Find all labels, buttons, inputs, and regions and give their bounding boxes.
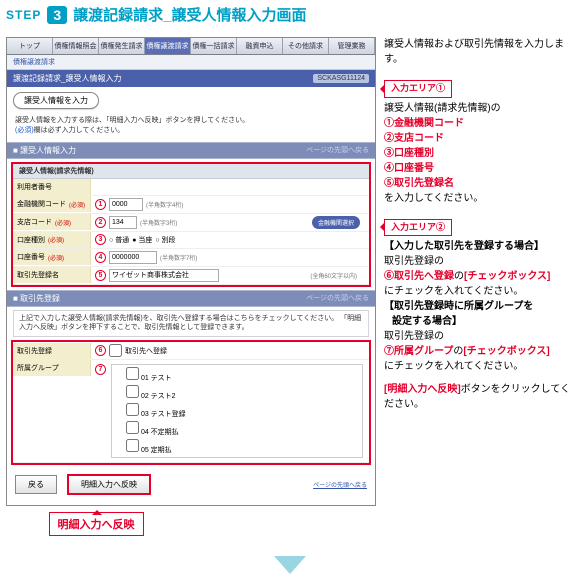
acct-type-other[interactable]: ○ 別段 (155, 235, 175, 245)
bank-code-input[interactable] (109, 198, 143, 211)
input-user-info-button[interactable]: 譲受人情報を入力 (13, 92, 99, 109)
tab-5[interactable]: 融資申込 (237, 38, 283, 54)
area1-label: 入力エリア① (384, 80, 452, 98)
marker-6: 6 (95, 345, 106, 356)
step-number: 3 (47, 6, 67, 24)
marker-2: 2 (95, 217, 106, 228)
tab-3[interactable]: 債権譲渡請求 (145, 38, 191, 54)
register-partner-checkbox[interactable] (109, 344, 122, 357)
group-list: 01 テスト 02 テスト2 03 テスト登録 04 不定期払 05 定期払 (112, 365, 362, 457)
sub-navigation[interactable]: 債権譲渡請求 (7, 55, 375, 70)
marker-5: 5 (95, 270, 106, 281)
account-number-input[interactable] (109, 251, 157, 264)
branch-code-input[interactable] (109, 216, 137, 229)
input-area-2: 取引先登録 6 取引先へ登録 所属グループ 7 01 テスト 02 テスト2 0… (11, 340, 371, 465)
back-button[interactable]: 戻る (15, 475, 57, 494)
marker-7: 7 (95, 364, 106, 375)
tab-7[interactable]: 管理業務 (329, 38, 375, 54)
screen-code: SCKASG11124 (313, 74, 369, 83)
form1-header: 譲受人情報(請求先情報) (13, 164, 369, 179)
acct-type-normal[interactable]: ○ 普通 (109, 235, 129, 245)
acct-type-current[interactable]: ● 当座 (132, 235, 152, 245)
section2-title: ■ 取引先登録 (13, 293, 60, 304)
page-top-link[interactable]: ページの先頭へ戻る (306, 145, 369, 156)
marker-1: 1 (95, 199, 106, 210)
tab-2[interactable]: 債権発生請求 (99, 38, 145, 54)
area2-label: 入力エリア② (384, 219, 452, 237)
tab-bar: トップ債権情報照会債権発生請求債権譲渡請求債権一括請求融資申込その他請求管理業務 (7, 38, 375, 55)
arrow-down-icon (274, 556, 306, 574)
right-intro: 譲受人情報および取引先情報を入力します。 (384, 37, 574, 67)
partner-name-input[interactable] (109, 269, 219, 282)
reflect-button[interactable]: 明細入力へ反映 (67, 474, 151, 495)
page-top-link-2[interactable]: ページの先頭へ戻る (306, 293, 369, 304)
marker-4: 4 (95, 252, 106, 263)
page-top-link-3[interactable]: ページの先頭へ戻る (313, 480, 367, 489)
screenshot-panel: トップ債権情報照会債権発生請求債権譲渡請求債権一括請求融資申込その他請求管理業務… (6, 37, 376, 506)
pane-title: 譲渡記録請求_譲受人情報入力 (13, 73, 121, 84)
register-note: 上記で入力した譲受人情報(請求先情報)を、取引先へ登録する場合はこちらをチェック… (13, 310, 369, 338)
tab-0[interactable]: トップ (7, 38, 53, 54)
tab-6[interactable]: その他請求 (283, 38, 329, 54)
area1-items: ①金融機関コード②支店コード③口座種別④口座番号⑤取引先登録名 (384, 116, 574, 191)
tab-4[interactable]: 債権一括請求 (191, 38, 237, 54)
section1-title: ■ 譲受人情報入力 (13, 145, 76, 156)
bank-select-button[interactable]: 金融機関選択 (312, 216, 360, 229)
reflect-callout: 明細入力へ反映 (49, 512, 144, 536)
description-text: 譲受人情報を入力する際は、「明細入力へ反映」ボタンを押してください。 (必須)欄… (7, 114, 375, 142)
tab-1[interactable]: 債権情報照会 (53, 38, 99, 54)
step-title: 譲渡記録請求_譲受人情報入力画面 (73, 4, 306, 25)
input-area-1: 譲受人情報(請求先情報) 利用者番号 金融機関コード(必須) 1 (半角数字4桁… (11, 162, 371, 287)
marker-3: 3 (95, 234, 106, 245)
step-label: STEP (6, 8, 41, 22)
